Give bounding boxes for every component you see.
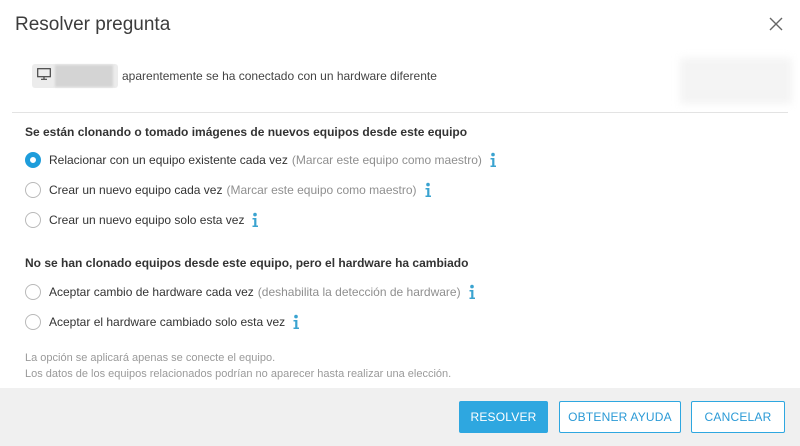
option-label: Crear un nuevo equipo solo esta vez: [49, 213, 245, 227]
dialog-title: Resolver pregunta: [15, 14, 171, 35]
option-hint: (deshabilita la detección de hardware): [257, 285, 461, 299]
option-create-each-time[interactable]: Crear un nuevo equipo cada vez (Marcar e…: [25, 182, 433, 198]
section-hardware-title: No se han clonado equipos desde este equ…: [25, 256, 469, 270]
radio-create-each-time[interactable]: [25, 182, 41, 198]
option-hint: (Marcar este equipo como maestro): [226, 183, 417, 197]
radio-accept-each-time[interactable]: [25, 284, 41, 300]
radio-create-once[interactable]: [25, 212, 41, 228]
option-create-once[interactable]: Crear un nuevo equipo solo esta vez: [25, 212, 260, 228]
info-icon[interactable]: [467, 284, 477, 300]
option-hint: (Marcar este equipo como maestro): [291, 153, 482, 167]
option-accept-each-time[interactable]: Aceptar cambio de hardware cada vez (des…: [25, 284, 477, 300]
resolve-button[interactable]: RESOLVER: [459, 401, 548, 433]
info-icon[interactable]: [488, 152, 498, 168]
option-label: Aceptar cambio de hardware cada vez: [49, 285, 254, 299]
device-row: aparentemente se ha conectado con un har…: [32, 64, 437, 88]
note-data: Los datos de los equipos relacionados po…: [25, 368, 452, 380]
option-relate-existing[interactable]: Relacionar con un equipo existente cada …: [25, 152, 498, 168]
option-label: Relacionar con un equipo existente cada …: [49, 153, 288, 167]
radio-relate-existing[interactable]: [25, 152, 41, 168]
option-label: Aceptar el hardware cambiado solo esta v…: [49, 315, 286, 329]
info-icon[interactable]: [423, 182, 433, 198]
info-icon[interactable]: [291, 314, 301, 330]
note-apply: La opción se aplicará apenas se conecte …: [25, 352, 276, 364]
cancel-button[interactable]: CANCELAR: [691, 401, 785, 433]
get-help-button[interactable]: OBTENER AYUDA: [559, 401, 681, 433]
device-message: aparentemente se ha conectado con un har…: [122, 69, 437, 83]
section-cloning-title: Se están clonando o tomado imágenes de n…: [25, 125, 468, 139]
device-name-redacted: [55, 65, 113, 87]
radio-accept-once[interactable]: [25, 314, 41, 330]
close-icon[interactable]: [768, 16, 784, 32]
device-chip: [32, 64, 118, 88]
redacted-area: [680, 58, 792, 104]
monitor-icon: [37, 67, 51, 85]
divider: [12, 112, 788, 113]
option-label: Crear un nuevo equipo cada vez: [49, 183, 223, 197]
resolve-question-dialog: Resolver pregunta aparentemente se ha co…: [0, 0, 800, 446]
option-accept-once[interactable]: Aceptar el hardware cambiado solo esta v…: [25, 314, 301, 330]
info-icon[interactable]: [250, 212, 260, 228]
